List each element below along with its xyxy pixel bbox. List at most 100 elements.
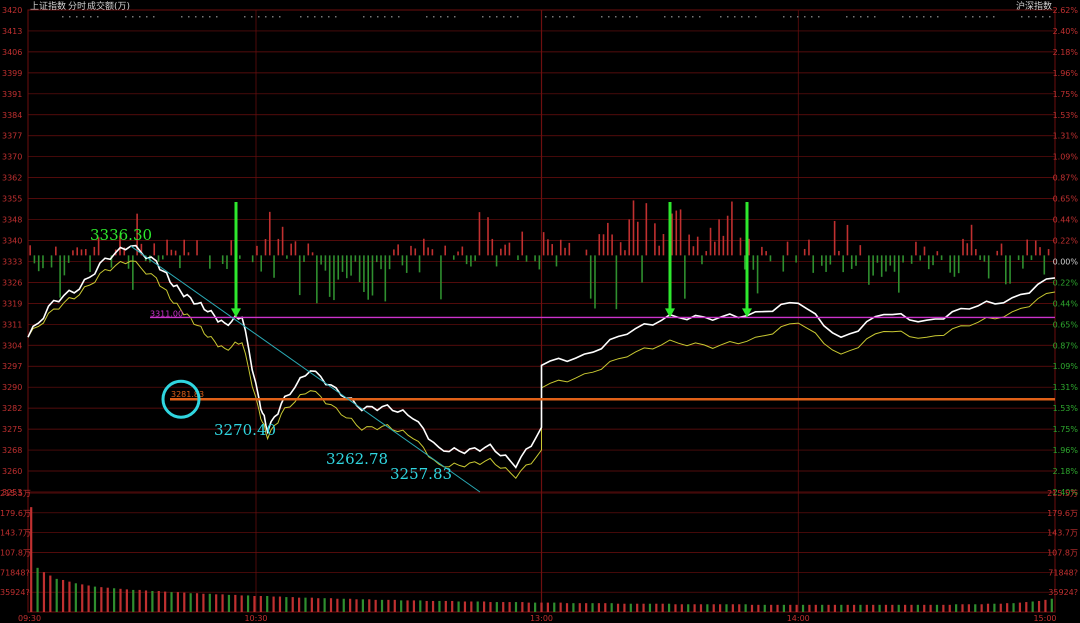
top-dot <box>76 16 78 18</box>
volume-axis-label-left: 215.5万 <box>0 489 31 498</box>
left-axis-label: 3290 <box>2 383 22 392</box>
top-dot <box>664 16 666 18</box>
top-dot <box>181 16 183 18</box>
right-axis-label: 0.44% <box>1053 216 1079 225</box>
time-label: 10:30 <box>244 614 267 623</box>
top-dot <box>860 16 862 18</box>
top-dot <box>1021 16 1023 18</box>
top-dot <box>454 16 456 18</box>
volume-axis-label-right: 179.6万 <box>1047 509 1078 518</box>
top-dot <box>692 16 694 18</box>
top-dot <box>279 16 281 18</box>
top-dot <box>559 16 561 18</box>
top-dot <box>153 16 155 18</box>
top-dot <box>216 16 218 18</box>
time-label: 15:00 <box>1033 614 1056 623</box>
support-label: 3311.00 <box>150 309 183 318</box>
right-axis-label: 0.00% <box>1053 257 1079 266</box>
left-axis-label: 3384 <box>2 111 22 120</box>
left-axis-label: 3326 <box>2 278 22 287</box>
top-dot <box>370 16 372 18</box>
left-axis-label: 3268 <box>2 446 22 455</box>
left-axis-label: 3391 <box>2 90 22 99</box>
right-axis-label: 1.09% <box>1053 362 1079 371</box>
right-axis-label: 1.53% <box>1053 404 1079 413</box>
left-axis-label: 3370 <box>2 153 22 162</box>
intraday-chart: 3420 3413 3406 3399 3391 3384 3377 3370 3362 3355… <box>0 0 1080 623</box>
volume-axis-label-left: 107.8万 <box>0 549 31 558</box>
left-axis-label: 3275 <box>2 425 22 434</box>
top-dot <box>132 16 134 18</box>
time-label: 14:00 <box>787 614 810 623</box>
top-dot <box>69 16 71 18</box>
top-dot <box>97 16 99 18</box>
right-axis-label: 0.44% <box>1053 299 1079 308</box>
right-axis-label: 1.09% <box>1053 153 1079 162</box>
top-dot <box>447 16 449 18</box>
top-dot <box>748 16 750 18</box>
top-dot <box>930 16 932 18</box>
top-dot <box>552 16 554 18</box>
top-dot <box>846 16 848 18</box>
right-axis-label: 2.18% <box>1053 48 1079 57</box>
top-dot <box>482 16 484 18</box>
top-dot <box>62 16 64 18</box>
top-dot <box>377 16 379 18</box>
left-axis-label: 3355 <box>2 195 22 204</box>
right-axis-label: 2.62% <box>1053 6 1079 15</box>
top-dot <box>251 16 253 18</box>
top-dot <box>909 16 911 18</box>
top-dot <box>1028 16 1030 18</box>
top-dot <box>867 16 869 18</box>
right-axis-label: 1.96% <box>1053 446 1079 455</box>
top-dot <box>258 16 260 18</box>
top-dot <box>545 16 547 18</box>
top-dot <box>321 16 323 18</box>
left-axis-label: 3282 <box>2 404 22 413</box>
top-dot <box>146 16 148 18</box>
right-axis-label: 1.75% <box>1053 425 1079 434</box>
top-dot <box>993 16 995 18</box>
top-dot <box>734 16 736 18</box>
time-label: 09:30 <box>18 614 41 623</box>
left-axis-label: 3348 <box>2 216 22 225</box>
top-dot <box>1042 16 1044 18</box>
top-dot <box>741 16 743 18</box>
top-dot <box>629 16 631 18</box>
mode-label: 分时 <box>68 0 86 12</box>
right-axis-label: 1.31% <box>1053 132 1079 141</box>
top-dot <box>328 16 330 18</box>
left-axis-label: 3420 <box>2 6 22 15</box>
right-axis-label: 1.75% <box>1053 90 1079 99</box>
left-axis-label: 3260 <box>2 467 22 476</box>
right-axis-label: 1.96% <box>1053 69 1079 78</box>
top-dot <box>202 16 204 18</box>
top-dot <box>314 16 316 18</box>
high-annotation: 3336.30 <box>90 226 152 244</box>
left-axis-label: 3377 <box>2 132 22 141</box>
top-dot <box>426 16 428 18</box>
right-axis-label: 0.87% <box>1053 174 1079 183</box>
right-label: 沪深指数 <box>1016 0 1052 12</box>
top-dot <box>433 16 435 18</box>
right-axis-label: 0.65% <box>1053 195 1079 204</box>
right-axis-label: 0.22% <box>1053 236 1079 245</box>
left-axis-label: 3399 <box>2 69 22 78</box>
top-dot <box>601 16 603 18</box>
top-dot <box>678 16 680 18</box>
top-dot <box>244 16 246 18</box>
right-axis-label: 2.40% <box>1053 27 1079 36</box>
top-dot <box>818 16 820 18</box>
right-axis-label: 1.31% <box>1053 383 1079 392</box>
left-axis-label: 3311 <box>2 320 22 329</box>
top-dot <box>510 16 512 18</box>
top-dot <box>979 16 981 18</box>
left-axis-label: 3319 <box>2 299 22 308</box>
top-dot <box>272 16 274 18</box>
volume-axis-label-left: 143.7万 <box>0 529 31 538</box>
top-dot <box>496 16 498 18</box>
right-axis-label: 2.18% <box>1053 467 1079 476</box>
top-dot <box>139 16 141 18</box>
top-dot <box>195 16 197 18</box>
volume-axis-label-right: 107.8万 <box>1047 549 1078 558</box>
